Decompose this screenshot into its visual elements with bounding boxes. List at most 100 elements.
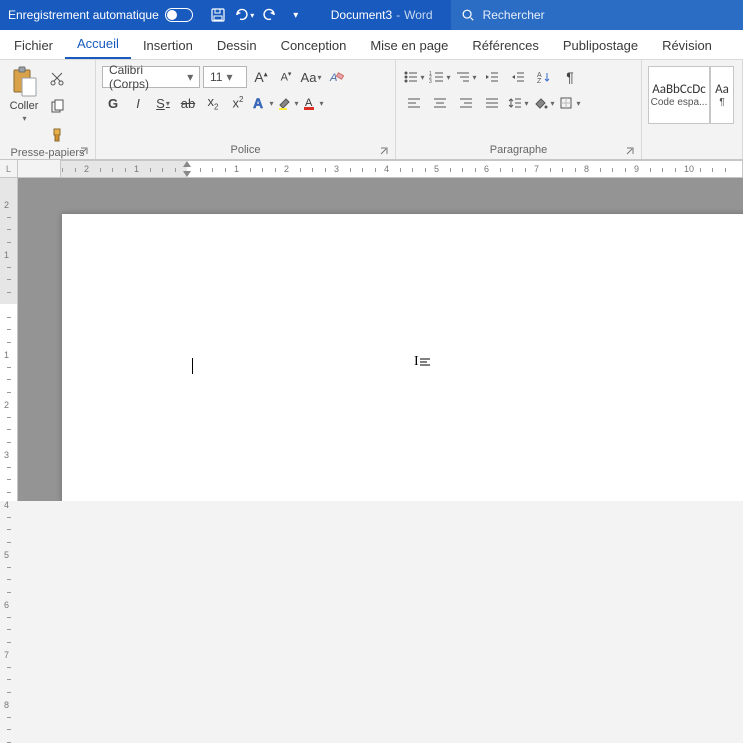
show-marks-button[interactable]: ¶: [558, 66, 582, 88]
font-size-combo[interactable]: 11 ▾: [203, 66, 247, 88]
copy-icon: [49, 99, 65, 115]
scissors-icon: [49, 71, 65, 87]
justify-button[interactable]: [480, 92, 504, 114]
copy-button[interactable]: [46, 96, 68, 118]
font-name-value: Calibri (Corps): [109, 63, 184, 91]
shading-button[interactable]: ▾: [532, 92, 556, 114]
decrease-indent-button[interactable]: [480, 66, 504, 88]
multilevel-list-button[interactable]: ▾: [454, 66, 478, 88]
tab-fichier[interactable]: Fichier: [2, 32, 65, 59]
paintbrush-icon: [49, 127, 65, 143]
align-right-button[interactable]: [454, 92, 478, 114]
align-left-icon: [406, 96, 422, 110]
cut-button[interactable]: [46, 68, 68, 90]
toggle-off-icon: [165, 8, 193, 22]
pilcrow-icon: ¶: [566, 69, 574, 85]
ribbon-tabs: Fichier Accueil Insertion Dessin Concept…: [0, 30, 743, 60]
bullets-icon: [403, 70, 419, 84]
group-label-font: Police: [231, 144, 261, 156]
style-preview: AaBbCcDc: [652, 82, 706, 97]
align-right-icon: [458, 96, 474, 110]
group-paragraph: ▾ 123▾ ▾ AZ ¶ ▾ ▾ ▾ Paragraphe: [396, 60, 642, 159]
tab-dessin[interactable]: Dessin: [205, 32, 269, 59]
redo-icon: [262, 7, 278, 23]
tab-revision[interactable]: Révision: [650, 32, 724, 59]
undo-icon: [233, 7, 249, 23]
tab-mise-en-page[interactable]: Mise en page: [358, 32, 460, 59]
paragraph-launcher[interactable]: [623, 144, 637, 158]
horizontal-ruler[interactable]: 1212345678910: [60, 160, 743, 178]
vertical-ruler[interactable]: 2112345678: [0, 178, 18, 501]
italic-button[interactable]: I: [127, 92, 149, 114]
clear-formatting-button[interactable]: A: [325, 66, 347, 88]
undo-button[interactable]: ▾: [233, 4, 255, 26]
document-name: Document3: [331, 8, 392, 22]
tab-publipostage[interactable]: Publipostage: [551, 32, 650, 59]
text-effects-button[interactable]: A▾: [252, 92, 274, 114]
grow-font-button[interactable]: A▴: [250, 66, 272, 88]
tab-references[interactable]: Références: [460, 32, 550, 59]
chevron-down-icon: ▾: [222, 70, 236, 84]
paint-bucket-icon: [533, 96, 549, 110]
group-clipboard: Coller ▾ Presse-papiers: [0, 60, 96, 159]
style-label: Code espa...: [651, 97, 708, 108]
tab-conception[interactable]: Conception: [269, 32, 359, 59]
highlight-button[interactable]: ▾: [277, 92, 299, 114]
document-page[interactable]: [62, 214, 743, 501]
tab-accueil[interactable]: Accueil: [65, 30, 131, 59]
strikethrough-button[interactable]: ab: [177, 92, 199, 114]
chevron-down-icon: ▾: [184, 70, 197, 84]
borders-icon: [559, 96, 575, 110]
sort-icon: AZ: [536, 70, 552, 84]
autosave-label: Enregistrement automatique: [8, 8, 159, 22]
quick-access-toolbar: ▾ ▾: [201, 4, 313, 26]
launcher-icon: [79, 146, 89, 156]
style-label: ¶: [719, 97, 724, 108]
page-viewport[interactable]: I: [18, 178, 743, 501]
align-left-button[interactable]: [402, 92, 426, 114]
subscript-button[interactable]: x2: [202, 92, 224, 114]
search-input[interactable]: [483, 8, 638, 22]
highlighter-icon: [277, 95, 293, 111]
autosave-toggle[interactable]: Enregistrement automatique: [0, 8, 201, 22]
tab-selector[interactable]: L: [0, 160, 18, 178]
save-button[interactable]: [207, 4, 229, 26]
borders-button[interactable]: ▾: [558, 92, 582, 114]
format-painter-button[interactable]: [46, 124, 68, 146]
eraser-icon: A: [328, 69, 344, 85]
font-name-combo[interactable]: Calibri (Corps) ▾: [102, 66, 200, 88]
paste-button[interactable]: Coller ▾: [4, 64, 44, 125]
redo-button[interactable]: [259, 4, 281, 26]
bullets-button[interactable]: ▾: [402, 66, 426, 88]
launcher-icon: [379, 146, 389, 156]
save-icon: [210, 7, 226, 23]
numbering-button[interactable]: 123▾: [428, 66, 452, 88]
increase-indent-button[interactable]: [506, 66, 530, 88]
svg-text:A: A: [329, 72, 337, 84]
chevron-down-icon: ▾: [22, 114, 26, 123]
search-box[interactable]: [451, 0, 743, 30]
font-color-button[interactable]: A▾: [302, 92, 324, 114]
superscript-button[interactable]: x2: [227, 92, 249, 114]
outdent-icon: [484, 70, 500, 84]
sort-button[interactable]: AZ: [532, 66, 556, 88]
font-launcher[interactable]: [377, 144, 391, 158]
change-case-button[interactable]: Aa▾: [300, 66, 322, 88]
style-item-2[interactable]: Aa ¶: [710, 66, 734, 124]
underline-button[interactable]: S▾: [152, 92, 174, 114]
customize-qat-button[interactable]: ▾: [285, 4, 307, 26]
title-separator: -: [396, 8, 400, 22]
line-spacing-button[interactable]: ▾: [506, 92, 530, 114]
tab-insertion[interactable]: Insertion: [131, 32, 205, 59]
text-cursor: [192, 358, 193, 374]
bold-button[interactable]: G: [102, 92, 124, 114]
align-center-button[interactable]: [428, 92, 452, 114]
clipboard-launcher[interactable]: [77, 144, 91, 158]
shrink-font-button[interactable]: A▾: [275, 66, 297, 88]
title-bar: Enregistrement automatique ▾ ▾ Document3…: [0, 0, 743, 30]
numbering-icon: 123: [429, 70, 445, 84]
style-item-1[interactable]: AaBbCcDc Code espa...: [648, 66, 710, 124]
text-effects-icon: A: [252, 95, 268, 111]
group-label-clipboard: Presse-papiers: [11, 147, 85, 159]
app-name: Word: [404, 8, 432, 22]
